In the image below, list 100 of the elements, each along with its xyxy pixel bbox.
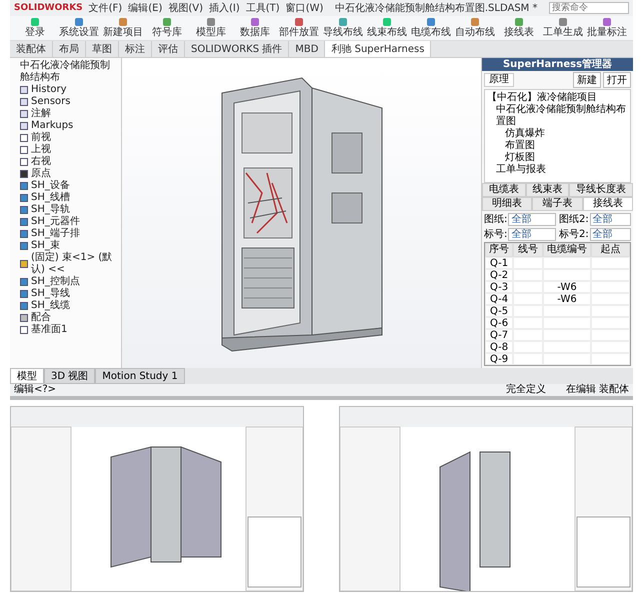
menu-item[interactable]: 工具(T)	[246, 1, 280, 15]
tree-node[interactable]: 【中石化】液冷储能项目	[487, 92, 628, 104]
status-text: 在编辑 装配体	[566, 384, 629, 396]
ribbon-button[interactable]: 接线表	[498, 18, 540, 38]
table-cell	[591, 269, 630, 281]
ribbon-tab[interactable]: 草图	[86, 41, 119, 57]
tree-item[interactable]: SH_导轨	[31, 204, 70, 216]
filter-label: 图纸:	[484, 213, 508, 226]
report-tab[interactable]: 接线表	[582, 197, 633, 211]
tree-item[interactable]: 原点	[31, 168, 51, 180]
tree-node[interactable]: 灯板图	[505, 152, 628, 164]
report-tab[interactable]: 电缆表	[482, 183, 526, 197]
table-cell	[513, 257, 543, 269]
ribbon-tab[interactable]: 装配体	[10, 41, 53, 57]
ribbon-tab[interactable]: 评估	[152, 41, 185, 57]
tree-item[interactable]: SH_设备	[31, 180, 70, 192]
menu-item[interactable]: 编辑(E)	[128, 1, 162, 15]
column-header: 线号	[513, 243, 543, 257]
column-header: 电缆编号	[543, 243, 591, 257]
table-cell: Q-7	[485, 329, 513, 341]
ribbon-button[interactable]: 自动布线	[454, 18, 496, 38]
table-cell	[591, 305, 630, 317]
tree-item[interactable]: 上视	[31, 144, 51, 156]
tree-item[interactable]: SH_端子排	[31, 228, 80, 240]
tree-node[interactable]: 仿真爆炸	[505, 128, 628, 140]
view-tab[interactable]: Motion Study 1	[95, 368, 185, 384]
table-cell	[591, 341, 630, 353]
tree-item[interactable]: SH_束	[31, 240, 60, 252]
table-cell	[591, 293, 630, 305]
table-cell: Q-5	[485, 305, 513, 317]
table-cell: Q-6	[485, 317, 513, 329]
tree-node[interactable]: 布置图	[505, 140, 628, 152]
table-cell: Q-2	[485, 269, 513, 281]
filter-label: 标号:	[484, 228, 508, 241]
tree-node[interactable]: 中石化液冷储能预制舱结构布置图	[496, 104, 628, 128]
table-cell	[591, 257, 630, 269]
filter-dropdown[interactable]: 全部	[508, 228, 556, 240]
ribbon-button[interactable]: 电缆布线	[410, 18, 452, 38]
ribbon-button[interactable]: 新建项目	[102, 18, 144, 38]
table-cell	[591, 317, 630, 329]
tree-root[interactable]: 中石化液冷储能预制舱结构布	[12, 60, 119, 84]
filter-label: 图纸2:	[559, 213, 589, 226]
tree-item[interactable]: 前视	[31, 132, 51, 144]
ribbon-tab[interactable]: SOLIDWORKS 插件	[185, 41, 290, 57]
ribbon-button[interactable]: 模型库	[190, 18, 232, 38]
ribbon-button[interactable]: 符号库	[146, 18, 188, 38]
filter-dropdown[interactable]: 全部	[590, 212, 631, 226]
panel-tab[interactable]: 原理	[484, 73, 514, 87]
ribbon-button[interactable]: 登录	[14, 18, 56, 38]
ribbon-button[interactable]: 数据库	[234, 18, 276, 38]
tree-item[interactable]: 基准面1	[31, 324, 68, 336]
window-title: 中石化液冷储能预制舱结构布置图.SLDASM *	[334, 2, 538, 15]
panel-button[interactable]: 新建	[573, 72, 601, 88]
ribbon-tab[interactable]: 利驰 SuperHarness	[325, 41, 432, 57]
tree-item[interactable]: 配合	[31, 312, 51, 324]
ribbon-tab[interactable]: 布局	[53, 41, 86, 57]
ribbon-button[interactable]: 导线布线	[322, 18, 364, 38]
view-tab[interactable]: 3D 视图	[44, 368, 96, 384]
tree-item[interactable]: SH_线槽	[31, 192, 70, 204]
tree-item[interactable]: Markups	[31, 120, 74, 132]
menu-item[interactable]: 文件(F)	[88, 1, 122, 15]
tree-item[interactable]: Sensors	[31, 96, 70, 108]
menu-item[interactable]: 视图(V)	[168, 1, 203, 15]
view-tab[interactable]: 模型	[10, 368, 44, 384]
table-cell: Q-1	[485, 257, 513, 269]
tree-item[interactable]: 注解	[31, 108, 51, 120]
table-cell: Q-4	[485, 293, 513, 305]
report-tab[interactable]: 线束表	[526, 183, 570, 197]
tree-item[interactable]: (固定) 束<1> (默认) <<	[31, 252, 119, 276]
report-tab[interactable]: 导线长度表	[569, 183, 633, 197]
ribbon-tab[interactable]: 标注	[119, 41, 152, 57]
table-cell: Q-3	[485, 281, 513, 293]
column-header: 序号	[485, 243, 513, 257]
table-cell	[543, 257, 591, 269]
tree-node[interactable]: 工单与报表	[496, 164, 628, 176]
table-cell: -W6	[543, 293, 591, 305]
filter-label: 标号2:	[559, 228, 589, 241]
filter-dropdown[interactable]: 全部	[590, 228, 631, 240]
table-cell	[591, 329, 630, 341]
status-text: 完全定义	[506, 384, 546, 396]
menu-item[interactable]: 窗口(W)	[286, 1, 324, 15]
tree-item[interactable]: SH_元器件	[31, 216, 80, 228]
report-tab[interactable]: 端子表	[532, 197, 583, 211]
table-cell	[543, 353, 591, 365]
ribbon-button[interactable]: 批量标注	[586, 18, 628, 38]
ribbon-button[interactable]: 系统设置	[58, 18, 100, 38]
menu-item[interactable]: 插入(I)	[209, 1, 240, 15]
status-text: 编辑<?>	[14, 384, 56, 396]
ribbon-button[interactable]: 线束布线	[366, 18, 408, 38]
table-cell: -W6	[543, 281, 591, 293]
report-tab[interactable]: 明细表	[482, 197, 532, 211]
tree-item[interactable]: SH_控制点	[31, 276, 80, 288]
tree-item[interactable]: History	[31, 84, 67, 96]
ribbon-button[interactable]: 工单生成	[542, 18, 584, 38]
tree-item[interactable]: 右视	[31, 156, 51, 168]
ribbon-button[interactable]: 部件放置	[278, 18, 320, 38]
panel-button[interactable]: 打开	[603, 72, 631, 88]
tree-item[interactable]: SH_线缆	[31, 300, 70, 312]
tree-item[interactable]: SH_导线	[31, 288, 70, 300]
filter-dropdown[interactable]: 全部	[508, 212, 556, 226]
